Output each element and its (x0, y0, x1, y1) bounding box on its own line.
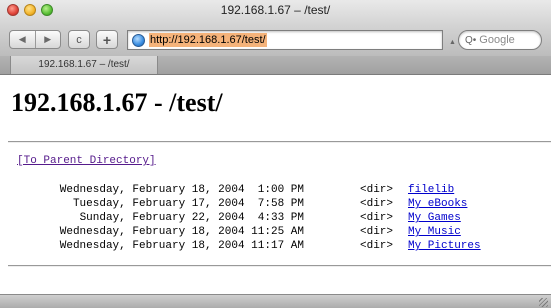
parent-directory-link[interactable]: [To Parent Directory] (17, 155, 156, 167)
page-title: 192.168.1.67 - /test/ (11, 88, 223, 117)
window-chrome: 192.168.1.67 – /test/ ◀ ▶ c + http://192… (0, 0, 551, 57)
entry-link-my-pictures[interactable]: My Pictures (408, 239, 481, 253)
listing-row: Wednesday, February 18, 2004 1:00 PM <di… (0, 183, 551, 197)
site-globe-icon (132, 33, 145, 47)
toolbar: ◀ ▶ c + http://192.168.1.67/test/ ▲ Q• G… (0, 24, 551, 54)
address-url[interactable]: http://192.168.1.67/test/ (149, 33, 267, 47)
back-forward-buttons: ◀ ▶ (9, 30, 61, 49)
tab-current[interactable]: 192.168.1.67 – /test/ (10, 56, 158, 74)
window-title: 192.168.1.67 – /test/ (220, 3, 331, 17)
page-content: 192.168.1.67 - /test/ [To Parent Directo… (0, 75, 551, 308)
resize-grip-icon[interactable] (539, 298, 548, 307)
entry-type: <dir> (360, 198, 394, 210)
add-bookmark-button[interactable]: + (96, 30, 118, 49)
entry-link-filelib[interactable]: filelib (408, 183, 454, 197)
entry-date: Tuesday, February 17, 2004 7:58 PM (72, 198, 304, 210)
listing-row: Tuesday, February 17, 2004 7:58 PM <dir>… (0, 197, 551, 211)
search-icon: Q• (465, 34, 477, 46)
listing-row: Wednesday, February 18, 2004 11:25 AM <d… (0, 225, 551, 239)
entry-date: Wednesday, February 18, 2004 1:00 PM (59, 184, 304, 196)
tab-bar: 192.168.1.67 – /test/ (0, 56, 551, 75)
address-bar[interactable]: http://192.168.1.67/test/ (127, 30, 443, 50)
listing-row: Wednesday, February 18, 2004 11:17 AM <d… (0, 239, 551, 253)
reload-button[interactable]: c (68, 30, 90, 49)
listing-row: Sunday, February 22, 2004 4:33 PM <dir> … (0, 211, 551, 225)
status-bar (0, 294, 551, 308)
entry-type: <dir> (360, 184, 394, 196)
entry-date: Wednesday, February 18, 2004 11:17 AM (59, 240, 304, 252)
entry-link-my-music[interactable]: My Music (408, 225, 461, 239)
entry-type: <dir> (360, 226, 394, 238)
bottom-divider (8, 265, 551, 267)
entry-type: <dir> (360, 212, 394, 224)
entry-link-my-ebooks[interactable]: My eBooks (408, 197, 467, 211)
search-dropdown-icon[interactable]: ▲ (449, 39, 456, 46)
browser-window: 192.168.1.67 – /test/ ◀ ▶ c + http://192… (0, 0, 551, 308)
top-divider (8, 141, 551, 143)
search-field[interactable]: Q• Google (458, 30, 542, 50)
back-button[interactable]: ◀ (10, 31, 35, 48)
directory-listing: Wednesday, February 18, 2004 1:00 PM <di… (0, 183, 551, 253)
entry-date: Wednesday, February 18, 2004 11:25 AM (59, 226, 304, 238)
forward-button[interactable]: ▶ (36, 31, 61, 48)
entry-type: <dir> (360, 240, 394, 252)
entry-date: Sunday, February 22, 2004 4:33 PM (79, 212, 304, 224)
entry-link-my-games[interactable]: My Games (408, 211, 461, 225)
search-placeholder: Google (479, 34, 515, 46)
